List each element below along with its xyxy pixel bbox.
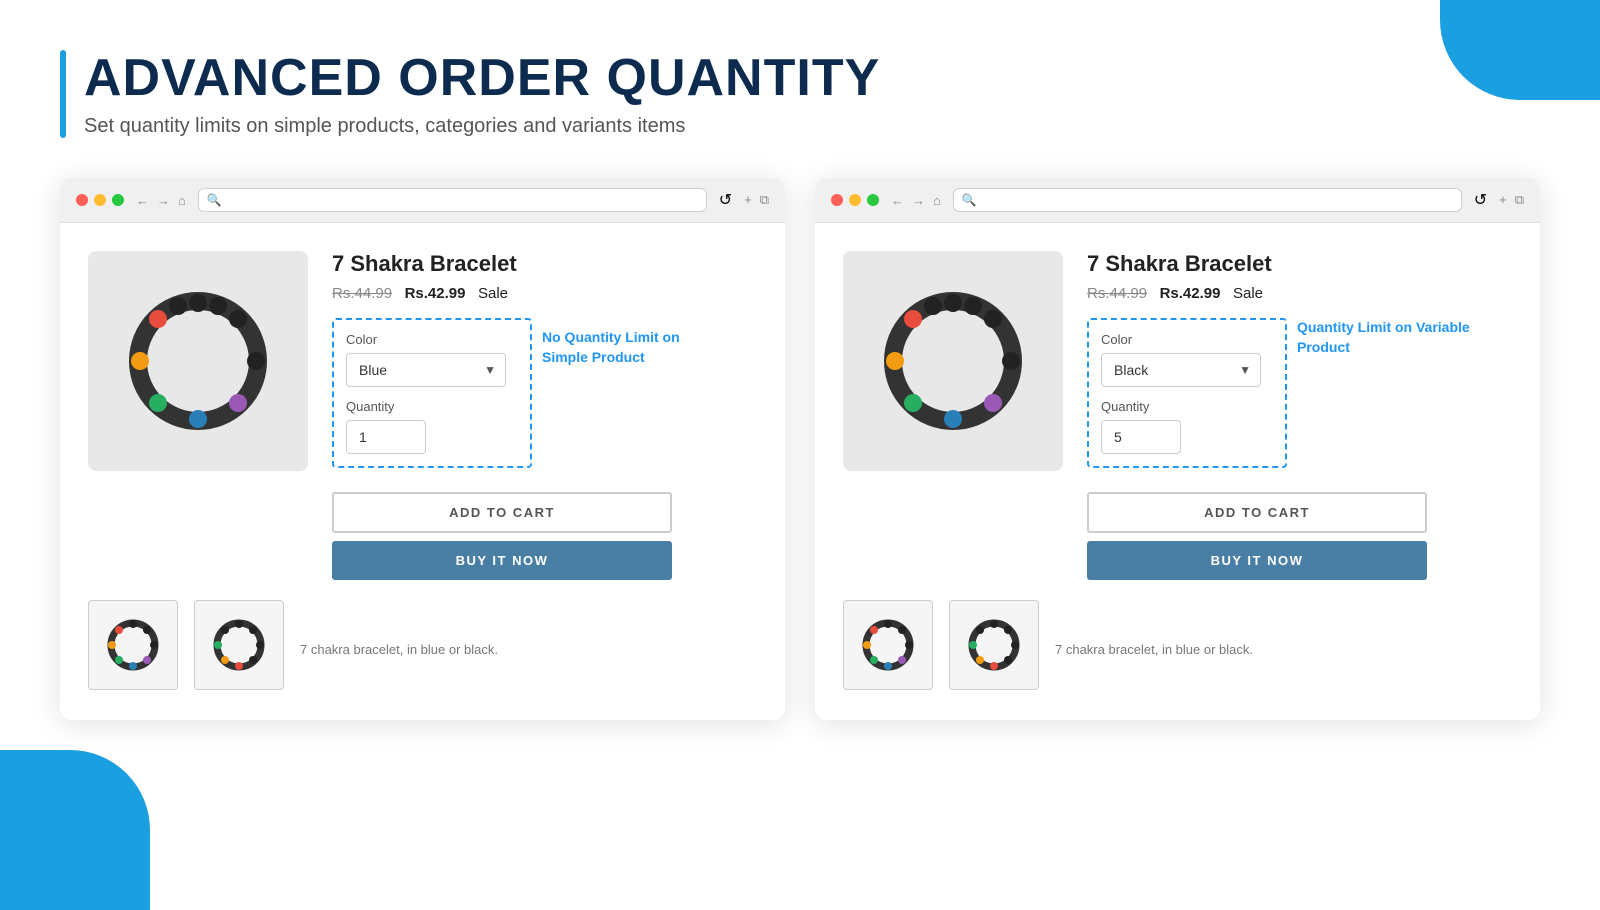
deco-bottom-left <box>0 750 150 910</box>
left-annotation-label: No Quantity Limit on Simple Product <box>542 328 702 367</box>
left-product-price: Rs.44.99 Rs.42.99 Sale <box>332 285 757 302</box>
right-browser-nav: ← → ⌂ <box>891 193 941 208</box>
right-product-layout: 7 Shakra Bracelet Rs.44.99 Rs.42.99 Sale… <box>843 251 1512 580</box>
left-price-original: Rs.44.99 <box>332 285 392 302</box>
right-product-description: 7 chakra bracelet, in blue or black. <box>1055 642 1253 657</box>
left-color-select-wrapper[interactable]: Blue Black ▼ <box>346 353 506 387</box>
right-thumbnail-1[interactable] <box>843 600 933 690</box>
left-color-select[interactable]: Blue Black <box>346 353 506 387</box>
right-buy-now-button[interactable]: BUY IT NOW <box>1087 541 1427 580</box>
right-tabs-icon[interactable]: ⧉ <box>1515 192 1524 208</box>
page-subtitle: Set quantity limits on simple products, … <box>84 115 880 138</box>
nav-home-icon[interactable]: ⌂ <box>178 193 186 208</box>
header-text: Advanced Order Quantity Set quantity lim… <box>84 50 880 138</box>
left-product-description: 7 chakra bracelet, in blue or black. <box>300 642 498 657</box>
tabs-icon[interactable]: ⧉ <box>760 192 769 208</box>
search-icon: 🔍 <box>207 193 222 207</box>
right-product-title: 7 Shakra Bracelet <box>1087 251 1512 277</box>
dot-red <box>76 194 88 206</box>
left-browser-window: ← → ⌂ 🔍 ↺ + ⧉ <box>60 178 785 720</box>
right-quantity-input[interactable] <box>1101 420 1181 454</box>
left-quantity-input[interactable] <box>346 420 426 454</box>
right-nav-back-icon[interactable]: ← <box>891 193 904 208</box>
left-thumbnail-2[interactable] <box>194 600 284 690</box>
right-dot-yellow <box>849 194 861 206</box>
left-product-page: 7 Shakra Bracelet Rs.44.99 Rs.42.99 Sale… <box>60 223 785 720</box>
dot-yellow <box>94 194 106 206</box>
left-dashed-box: Color Blue Black ▼ Quantity <box>332 318 532 468</box>
right-address-bar[interactable]: 🔍 <box>953 188 1462 212</box>
new-tab-icon[interactable]: + <box>744 192 752 208</box>
right-dashed-box: Color Blue Black ▼ Quantity <box>1087 318 1287 468</box>
right-quantity-label: Quantity <box>1101 399 1273 414</box>
right-dot-green <box>867 194 879 206</box>
right-browser-dots <box>831 194 879 206</box>
right-price-sale: Rs.42.99 <box>1160 285 1221 302</box>
left-browser-nav: ← → ⌂ <box>136 193 186 208</box>
right-color-select-wrapper[interactable]: Blue Black ▼ <box>1101 353 1261 387</box>
left-product-layout: 7 Shakra Bracelet Rs.44.99 Rs.42.99 Sale… <box>88 251 757 580</box>
right-toolbar-right: + ⧉ <box>1499 192 1524 208</box>
left-price-sale: Rs.42.99 <box>405 285 466 302</box>
right-nav-forward-icon[interactable]: → <box>912 193 925 208</box>
header-section: Advanced Order Quantity Set quantity lim… <box>60 50 1540 138</box>
header-border-accent <box>60 50 66 138</box>
right-color-select[interactable]: Blue Black <box>1101 353 1261 387</box>
page-title: Advanced Order Quantity <box>84 50 880 107</box>
left-toolbar-right: + ⧉ <box>744 192 769 208</box>
right-browser-toolbar: ← → ⌂ 🔍 ↺ + ⧉ <box>815 178 1540 223</box>
right-product-page: 7 Shakra Bracelet Rs.44.99 Rs.42.99 Sale… <box>815 223 1540 720</box>
left-price-badge: Sale <box>478 285 508 302</box>
refresh-icon[interactable]: ↺ <box>719 190 732 210</box>
left-color-label: Color <box>346 332 518 347</box>
left-browser-toolbar: ← → ⌂ 🔍 ↺ + ⧉ <box>60 178 785 223</box>
left-thumbnails-row: 7 chakra bracelet, in blue or black. <box>88 600 757 690</box>
left-product-image <box>88 251 308 471</box>
right-new-tab-icon[interactable]: + <box>1499 192 1507 208</box>
right-thumbnails-row: 7 chakra bracelet, in blue or black. <box>843 600 1512 690</box>
right-thumbnail-2[interactable] <box>949 600 1039 690</box>
right-dot-red <box>831 194 843 206</box>
left-address-bar[interactable]: 🔍 <box>198 188 707 212</box>
right-refresh-icon[interactable]: ↺ <box>1474 190 1487 210</box>
left-add-to-cart-button[interactable]: ADD TO CART <box>332 492 672 533</box>
right-browser-window: ← → ⌂ 🔍 ↺ + ⧉ <box>815 178 1540 720</box>
left-quantity-label: Quantity <box>346 399 518 414</box>
left-buy-now-button[interactable]: BUY IT NOW <box>332 541 672 580</box>
right-product-image <box>843 251 1063 471</box>
right-add-to-cart-button[interactable]: ADD TO CART <box>1087 492 1427 533</box>
nav-forward-icon[interactable]: → <box>157 193 170 208</box>
browsers-container: ← → ⌂ 🔍 ↺ + ⧉ <box>60 178 1540 720</box>
left-browser-dots <box>76 194 124 206</box>
right-product-details: 7 Shakra Bracelet Rs.44.99 Rs.42.99 Sale… <box>1087 251 1512 580</box>
right-price-original: Rs.44.99 <box>1087 285 1147 302</box>
nav-back-icon[interactable]: ← <box>136 193 149 208</box>
right-price-badge: Sale <box>1233 285 1263 302</box>
right-product-price: Rs.44.99 Rs.42.99 Sale <box>1087 285 1512 302</box>
right-nav-home-icon[interactable]: ⌂ <box>933 193 941 208</box>
dot-green <box>112 194 124 206</box>
right-search-icon: 🔍 <box>962 193 977 207</box>
left-thumbnail-1[interactable] <box>88 600 178 690</box>
right-color-label: Color <box>1101 332 1273 347</box>
right-annotation-label: Quantity Limit on Variable Product <box>1297 318 1487 357</box>
left-product-title: 7 Shakra Bracelet <box>332 251 757 277</box>
left-product-details: 7 Shakra Bracelet Rs.44.99 Rs.42.99 Sale… <box>332 251 757 580</box>
